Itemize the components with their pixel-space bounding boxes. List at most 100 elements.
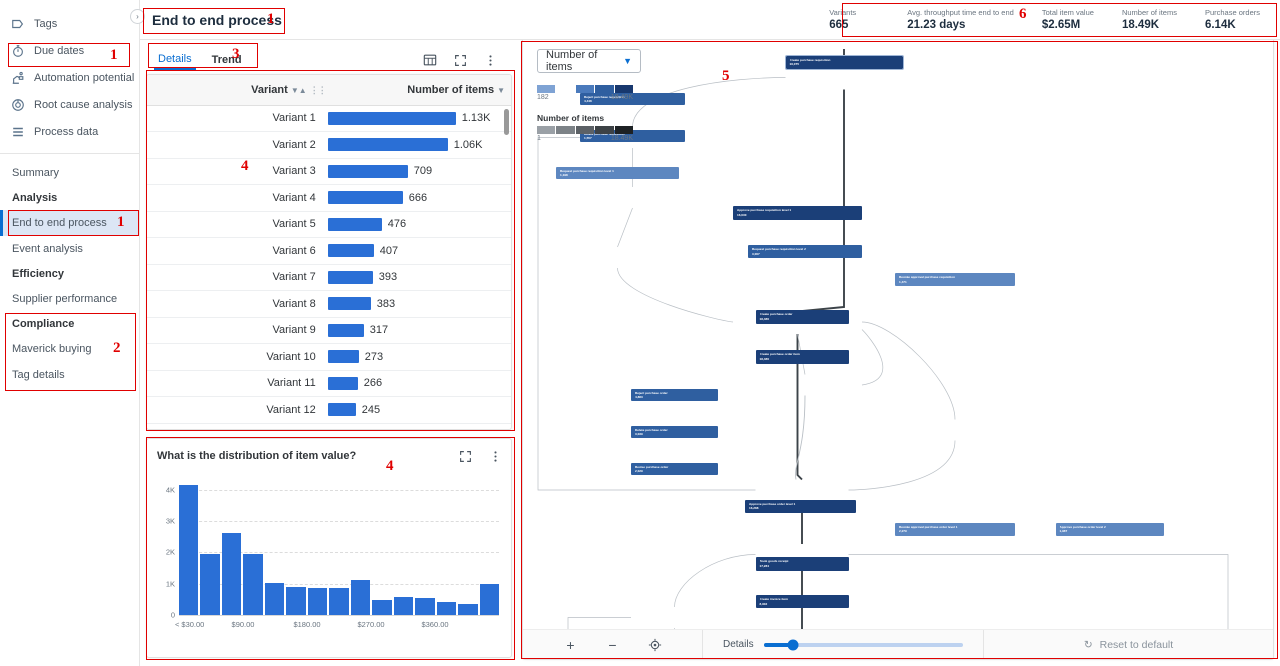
- table-view-icon[interactable]: [422, 52, 438, 68]
- tab-trend[interactable]: Trend: [208, 51, 246, 69]
- sidebar-item-automation-potential[interactable]: Automation potential: [0, 64, 139, 91]
- value-label: 407: [379, 244, 399, 257]
- process-node[interactable]: Create purchase order 18,486: [755, 309, 849, 324]
- value-label: 245: [361, 403, 381, 416]
- zoom-out-button[interactable]: −: [605, 637, 621, 653]
- sidebar-icon-nav: Tags Due dates Automation potential Root ca…: [0, 10, 139, 145]
- sidebar-item-summary[interactable]: Summary: [0, 160, 139, 186]
- cell-items: 383: [321, 290, 511, 318]
- value-bar: [327, 323, 364, 337]
- fullscreen-icon[interactable]: [452, 52, 468, 68]
- y-tick-label: 4K: [165, 485, 175, 495]
- sidebar-item-root-cause-analysis[interactable]: Root cause analysis: [0, 91, 139, 118]
- process-node[interactable]: Approve purchase order level 1 16,288: [745, 499, 856, 514]
- fullscreen-icon[interactable]: [457, 448, 473, 464]
- histogram-bar[interactable]: [329, 588, 349, 615]
- histogram-bar[interactable]: [243, 554, 263, 615]
- sidebar-item-tags[interactable]: Tags: [0, 10, 139, 37]
- table-row[interactable]: Variant 6 407: [147, 237, 511, 265]
- sidebar-item-process-data[interactable]: Process data: [0, 118, 139, 145]
- process-node[interactable]: Create purchase requisition 16,075: [784, 54, 904, 71]
- process-node[interactable]: Revoke approval purchase order level 1 2,…: [895, 522, 1015, 536]
- y-tick-label: 2K: [165, 547, 175, 557]
- column-header-items[interactable]: Number of items ▼: [321, 75, 511, 106]
- cell-variant: Variant 10: [147, 343, 322, 371]
- table-row[interactable]: Variant 5 476: [147, 211, 511, 238]
- table-row[interactable]: Variant 4 666: [147, 184, 511, 212]
- value-bar: [327, 111, 456, 125]
- node-scale-labels: 1 18.49K: [537, 135, 633, 142]
- slider-knob[interactable]: [787, 639, 799, 650]
- table-row[interactable]: Variant 1 1.13K: [147, 105, 511, 132]
- process-node[interactable]: Create invoice item 8,902: [755, 594, 849, 608]
- histogram-bar[interactable]: [179, 484, 199, 615]
- table-row[interactable]: Variant 11 266: [147, 370, 511, 397]
- histogram-bar[interactable]: [415, 598, 435, 615]
- sidebar-item-supplier-performance[interactable]: Supplier performance: [0, 286, 139, 312]
- histogram-bar[interactable]: [458, 604, 478, 615]
- cell-variant: Variant 12: [147, 396, 322, 424]
- histogram-bar[interactable]: [372, 599, 392, 615]
- histogram-bar[interactable]: [436, 602, 457, 615]
- histogram-title: What is the distribution of item value?: [157, 450, 357, 462]
- sidebar-collapse-toggle[interactable]: ›: [130, 9, 145, 24]
- value-bar: [327, 350, 359, 364]
- histogram-bar[interactable]: [350, 579, 371, 615]
- process-node[interactable]: Create purchase order item 18,486: [755, 349, 849, 364]
- table-row[interactable]: Variant 3 709: [147, 158, 511, 185]
- process-node[interactable]: Reject purchase order 4,883: [631, 388, 718, 402]
- table-row[interactable]: Variant 9 317: [147, 317, 511, 344]
- process-graph-body[interactable]: Number of items ▼ 182 18.49K Number of i…: [523, 37, 1273, 629]
- sidebar-item-label: Tags: [34, 17, 58, 30]
- details-slider[interactable]: [763, 639, 963, 650]
- sidebar-item-label: Supplier performance: [12, 293, 118, 305]
- table-row[interactable]: Variant 8 383: [147, 290, 511, 318]
- node-value: 16,288: [749, 506, 759, 511]
- node-value: 3,039: [635, 432, 643, 437]
- sidebar-item-label: Summary: [12, 167, 60, 179]
- sort-icon[interactable]: ▼: [497, 86, 505, 95]
- process-node[interactable]: Revise purchase order 2,029: [631, 462, 718, 476]
- column-header-variant[interactable]: Variant ▼▲ ⋮⋮: [147, 75, 327, 106]
- sidebar-item-label: Compliance: [12, 318, 75, 330]
- process-node[interactable]: Approve purchase requisition level 1 16,0…: [733, 206, 862, 221]
- sidebar-divider: [0, 153, 139, 154]
- cell-items: 407: [321, 237, 511, 265]
- histogram-bar[interactable]: [286, 587, 306, 615]
- histogram-bar[interactable]: [264, 583, 285, 615]
- table-scrollbar[interactable]: [504, 109, 509, 135]
- table-row[interactable]: Variant 12 245: [147, 396, 511, 424]
- zoom-in-button[interactable]: +: [563, 637, 579, 653]
- value-bar: [327, 164, 408, 178]
- process-node[interactable]: Approve purchase order level 2 1,987: [1055, 522, 1164, 536]
- table-row[interactable]: Variant 10 273: [147, 343, 511, 371]
- process-node[interactable]: Revoke approval purchase requisition 1,47…: [895, 272, 1015, 286]
- table-row[interactable]: Variant 7 393: [147, 264, 511, 291]
- process-node[interactable]: Request purchase requisition level 2 3,06…: [748, 245, 862, 259]
- process-node[interactable]: Delete purchase order 3,039: [631, 425, 718, 439]
- process-node[interactable]: Request purchase requisition level 1 1,19…: [556, 166, 679, 180]
- sidebar-item-tag-details[interactable]: Tag details: [0, 362, 139, 388]
- more-options-icon[interactable]: [487, 448, 503, 464]
- more-options-icon[interactable]: [482, 52, 498, 68]
- process-node[interactable]: Book goods receipt 17,284: [755, 556, 849, 571]
- histogram-bar[interactable]: [200, 553, 220, 615]
- metric-select[interactable]: Number of items ▼: [537, 49, 641, 73]
- column-resize-grip[interactable]: ⋮⋮: [310, 85, 327, 96]
- reset-to-default-button[interactable]: ↻ Reset to default: [983, 630, 1273, 659]
- histogram-bar[interactable]: [479, 583, 500, 615]
- cell-variant: Variant 9: [147, 317, 322, 344]
- histogram-bar[interactable]: [221, 533, 242, 615]
- sidebar-item-event-analysis[interactable]: Event analysis: [0, 236, 139, 262]
- table-row[interactable]: Variant 2 1.06K: [147, 131, 511, 159]
- y-tick-label: 0: [170, 610, 175, 620]
- sort-icon[interactable]: ▼▲: [291, 86, 307, 95]
- kpi-value: 665: [829, 19, 849, 31]
- tab-details[interactable]: Details: [154, 50, 196, 70]
- sidebar-item-due-dates[interactable]: Due dates: [0, 37, 139, 64]
- histogram-bar[interactable]: [307, 587, 328, 615]
- histogram-bar[interactable]: [393, 597, 414, 615]
- sidebar-group-analysis: Analysis: [0, 186, 139, 210]
- sidebar-item-label: Tag details: [12, 369, 65, 381]
- center-focus-icon[interactable]: [647, 637, 663, 653]
